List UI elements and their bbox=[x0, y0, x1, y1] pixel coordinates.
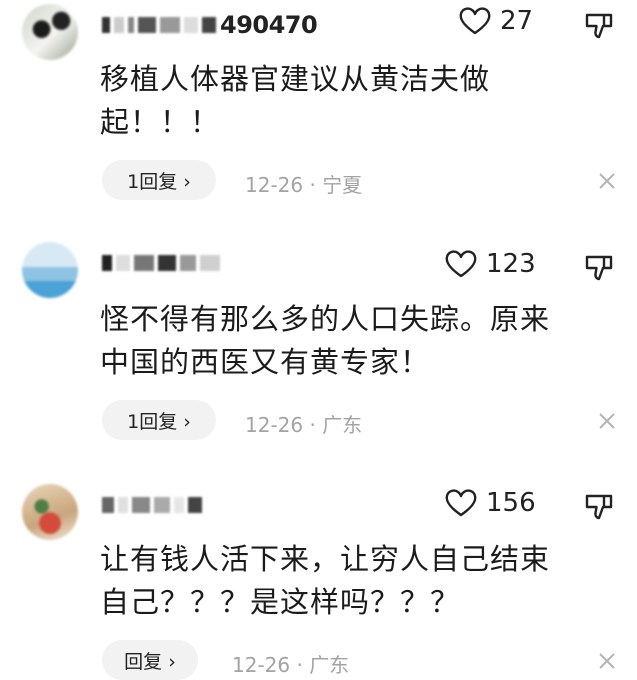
username-text: 490470 bbox=[220, 11, 318, 39]
close-icon[interactable] bbox=[598, 172, 616, 190]
comment-text: 让有钱人活下来，让穷人自己结束 自己？？？是这样吗？？？ bbox=[100, 542, 551, 619]
comment-meta: 12-26 · 广东 bbox=[245, 413, 363, 437]
close-icon[interactable] bbox=[598, 412, 616, 430]
heart-outline-icon bbox=[445, 489, 477, 517]
reply-button[interactable]: 1回复 › bbox=[102, 400, 216, 440]
heart-outline-icon bbox=[445, 250, 477, 278]
comment-text: 移植人体器官建议从黄洁夫做 起！！！ bbox=[100, 62, 491, 139]
username[interactable] bbox=[102, 252, 224, 274]
comment-meta: 12-26 · 宁夏 bbox=[245, 173, 363, 197]
reply-button[interactable]: 1回复 › bbox=[102, 160, 216, 200]
username[interactable] bbox=[102, 494, 206, 516]
avatar[interactable] bbox=[22, 242, 78, 298]
like-count: 156 bbox=[486, 488, 536, 518]
like-button[interactable]: 156 bbox=[444, 488, 536, 518]
like-button[interactable]: 27 bbox=[458, 6, 533, 36]
comment-text: 怪不得有那么多的人口失踪。原来 中国的西医又有黄专家！ bbox=[100, 302, 551, 379]
avatar[interactable] bbox=[22, 484, 78, 540]
avatar[interactable] bbox=[22, 4, 78, 60]
thumbs-down-icon[interactable] bbox=[584, 12, 614, 40]
like-button[interactable]: 123 bbox=[444, 249, 536, 279]
comment-meta: 12-26 · 广东 bbox=[232, 653, 350, 677]
heart-outline-icon bbox=[459, 7, 491, 35]
like-count: 27 bbox=[500, 6, 534, 36]
thumbs-down-icon[interactable] bbox=[584, 493, 614, 521]
like-count: 123 bbox=[486, 249, 536, 279]
username[interactable]: 490470 bbox=[102, 11, 318, 39]
thumbs-down-icon[interactable] bbox=[584, 254, 614, 282]
reply-button[interactable]: 回复 › bbox=[102, 640, 198, 680]
close-icon[interactable] bbox=[598, 652, 616, 670]
